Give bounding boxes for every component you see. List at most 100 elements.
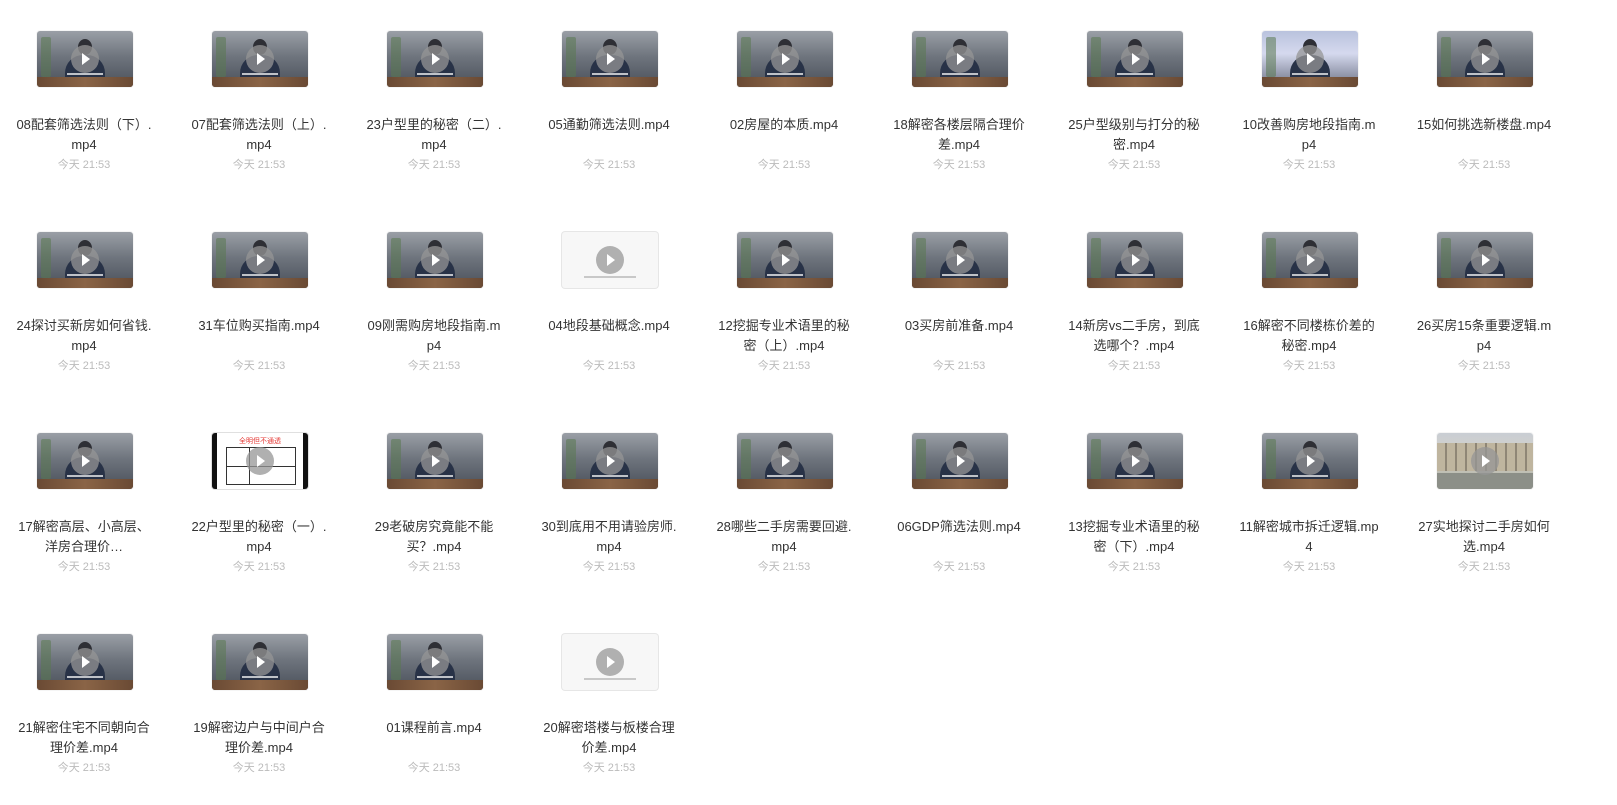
file-item[interactable]: 11解密城市拆迁逻辑.mp4 今天 21:53 [1234,402,1384,602]
video-thumbnail[interactable] [37,634,133,690]
file-item[interactable]: 26买房15条重要逻辑.mp4 今天 21:53 [1409,201,1559,401]
file-item[interactable]: 12挖掘专业术语里的秘密（上）.mp4 今天 21:53 [709,201,859,401]
video-thumbnail[interactable] [562,634,658,690]
file-item[interactable]: 07配套筛选法则（上）.mp4 今天 21:53 [184,0,334,200]
video-thumbnail[interactable] [387,634,483,690]
video-thumbnail[interactable] [1437,433,1533,489]
file-item[interactable]: 01课程前言.mp4 今天 21:53 [359,603,509,803]
video-thumbnail[interactable] [1087,232,1183,288]
file-item[interactable]: 02房屋的本质.mp4 今天 21:53 [709,0,859,200]
file-item[interactable]: 14新房vs二手房，到底选哪个？.mp4 今天 21:53 [1059,201,1209,401]
file-item[interactable]: 05通勤筛选法则.mp4 今天 21:53 [534,0,684,200]
video-thumbnail[interactable] [1262,232,1358,288]
file-name[interactable]: 08配套筛选法则（下）.mp4 [14,115,154,155]
file-item[interactable]: 15如何挑选新楼盘.mp4 今天 21:53 [1409,0,1559,200]
video-thumbnail[interactable] [212,232,308,288]
file-name[interactable]: 04地段基础概念.mp4 [539,316,679,336]
video-thumbnail[interactable] [1262,433,1358,489]
file-name[interactable]: 09刚需购房地段指南.mp4 [364,316,504,356]
file-item[interactable]: 04地段基础概念.mp4 今天 21:53 [534,201,684,401]
file-item[interactable]: 30到底用不用请验房师.mp4 今天 21:53 [534,402,684,602]
file-name[interactable]: 23户型里的秘密（二）.mp4 [364,115,504,155]
video-thumbnail[interactable] [37,232,133,288]
file-item[interactable]: 13挖掘专业术语里的秘密（下）.mp4 今天 21:53 [1059,402,1209,602]
play-icon[interactable] [246,45,274,73]
file-name[interactable]: 05通勤筛选法则.mp4 [539,115,679,135]
play-icon[interactable] [71,45,99,73]
file-item[interactable]: 28哪些二手房需要回避.mp4 今天 21:53 [709,402,859,602]
play-icon[interactable] [421,246,449,274]
file-item[interactable]: 17解密高层、小高层、洋房合理价… 今天 21:53 [9,402,159,602]
video-thumbnail[interactable] [37,31,133,87]
play-icon[interactable] [771,45,799,73]
video-thumbnail[interactable] [1087,433,1183,489]
file-item[interactable]: 16解密不同楼栋价差的秘密.mp4 今天 21:53 [1234,201,1384,401]
play-icon[interactable] [421,648,449,676]
video-thumbnail[interactable] [37,433,133,489]
video-thumbnail[interactable] [1262,31,1358,87]
play-icon[interactable] [596,45,624,73]
video-thumbnail[interactable] [912,433,1008,489]
video-thumbnail[interactable] [737,433,833,489]
file-name[interactable]: 07配套筛选法则（上）.mp4 [189,115,329,155]
file-item[interactable]: 06GDP筛选法则.mp4 今天 21:53 [884,402,1034,602]
play-icon[interactable] [246,246,274,274]
file-item[interactable]: 24探讨买新房如何省钱.mp4 今天 21:53 [9,201,159,401]
video-thumbnail[interactable] [737,232,833,288]
file-name[interactable]: 19解密边户与中间户合理价差.mp4 [189,718,329,758]
play-icon[interactable] [246,648,274,676]
file-name[interactable]: 01课程前言.mp4 [364,718,504,738]
play-icon[interactable] [771,246,799,274]
play-icon[interactable] [1121,246,1149,274]
file-item[interactable]: 全明但不通透 22户型里的秘密（一）.mp4 今天 21:53 [184,402,334,602]
video-thumbnail[interactable] [212,31,308,87]
play-icon[interactable] [1471,246,1499,274]
video-thumbnail[interactable] [387,232,483,288]
file-name[interactable]: 14新房vs二手房，到底选哪个？.mp4 [1064,316,1204,356]
play-icon[interactable] [1471,45,1499,73]
video-thumbnail[interactable] [1437,232,1533,288]
file-item[interactable]: 19解密边户与中间户合理价差.mp4 今天 21:53 [184,603,334,803]
play-icon[interactable] [246,447,274,475]
file-item[interactable]: 29老破房究竟能不能买？.mp4 今天 21:53 [359,402,509,602]
video-thumbnail[interactable] [562,433,658,489]
video-thumbnail[interactable] [737,31,833,87]
file-name[interactable]: 24探讨买新房如何省钱.mp4 [14,316,154,356]
video-thumbnail[interactable] [562,31,658,87]
file-name[interactable]: 12挖掘专业术语里的秘密（上）.mp4 [714,316,854,356]
play-icon[interactable] [1296,447,1324,475]
file-name[interactable]: 27实地探讨二手房如何选.mp4 [1414,517,1554,557]
video-thumbnail[interactable]: 全明但不通透 [212,433,308,489]
play-icon[interactable] [1296,45,1324,73]
file-name[interactable]: 11解密城市拆迁逻辑.mp4 [1239,517,1379,557]
file-item[interactable]: 31车位购买指南.mp4 今天 21:53 [184,201,334,401]
file-name[interactable]: 16解密不同楼栋价差的秘密.mp4 [1239,316,1379,356]
play-icon[interactable] [71,648,99,676]
file-item[interactable]: 25户型级别与打分的秘密.mp4 今天 21:53 [1059,0,1209,200]
video-thumbnail[interactable] [387,433,483,489]
file-item[interactable]: 21解密住宅不同朝向合理价差.mp4 今天 21:53 [9,603,159,803]
file-name[interactable]: 31车位购买指南.mp4 [189,316,329,336]
file-name[interactable]: 15如何挑选新楼盘.mp4 [1414,115,1554,135]
file-name[interactable]: 22户型里的秘密（一）.mp4 [189,517,329,557]
file-name[interactable]: 29老破房究竟能不能买？.mp4 [364,517,504,557]
video-thumbnail[interactable] [912,232,1008,288]
file-name[interactable]: 17解密高层、小高层、洋房合理价… [14,517,154,557]
play-icon[interactable] [71,246,99,274]
file-name[interactable]: 10改善购房地段指南.mp4 [1239,115,1379,155]
video-thumbnail[interactable] [1437,31,1533,87]
video-thumbnail[interactable] [1087,31,1183,87]
video-thumbnail[interactable] [912,31,1008,87]
play-icon[interactable] [421,45,449,73]
file-item[interactable]: 10改善购房地段指南.mp4 今天 21:53 [1234,0,1384,200]
file-item[interactable]: 18解密各楼层隔合理价差.mp4 今天 21:53 [884,0,1034,200]
file-name[interactable]: 03买房前准备.mp4 [889,316,1029,336]
file-name[interactable]: 06GDP筛选法则.mp4 [889,517,1029,537]
file-item[interactable]: 23户型里的秘密（二）.mp4 今天 21:53 [359,0,509,200]
video-thumbnail[interactable] [387,31,483,87]
play-icon[interactable] [946,45,974,73]
file-name[interactable]: 30到底用不用请验房师.mp4 [539,517,679,557]
play-icon[interactable] [421,447,449,475]
file-name[interactable]: 25户型级别与打分的秘密.mp4 [1064,115,1204,155]
file-name[interactable]: 02房屋的本质.mp4 [714,115,854,135]
